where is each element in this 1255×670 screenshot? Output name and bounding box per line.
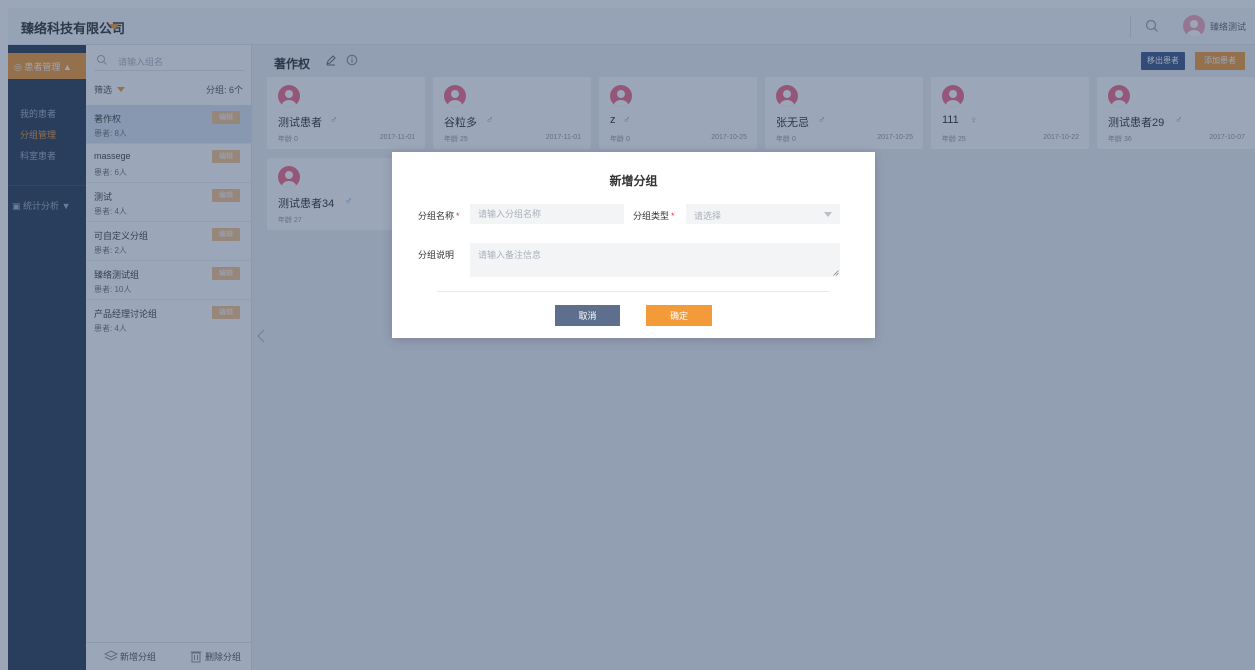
- group-type-label: 分组类型 *: [633, 209, 675, 222]
- required-mark: *: [456, 211, 460, 221]
- group-name-input[interactable]: [470, 204, 624, 224]
- group-type-label-text: 分组类型: [633, 211, 670, 221]
- divider: [437, 291, 830, 292]
- new-group-dialog: 新增分组 分组名称* 分组类型* 请选择 分组说明 取消 确定: [392, 152, 875, 338]
- confirm-button[interactable]: 确定: [646, 305, 712, 326]
- group-type-select[interactable]: 请选择: [686, 204, 840, 224]
- group-name-label: 分组名称 *: [418, 209, 460, 222]
- resize-grip-icon[interactable]: [833, 270, 839, 276]
- group-type-placeholder: 请选择: [694, 211, 722, 221]
- required-mark: *: [671, 211, 675, 221]
- group-desc-textarea[interactable]: [470, 243, 840, 277]
- chevron-down-icon: [824, 212, 832, 217]
- dialog-title: 新增分组: [609, 174, 658, 188]
- group-desc-label: 分组说明: [418, 250, 455, 260]
- cancel-button[interactable]: 取消: [555, 305, 620, 326]
- group-name-label-text: 分组名称: [418, 211, 455, 221]
